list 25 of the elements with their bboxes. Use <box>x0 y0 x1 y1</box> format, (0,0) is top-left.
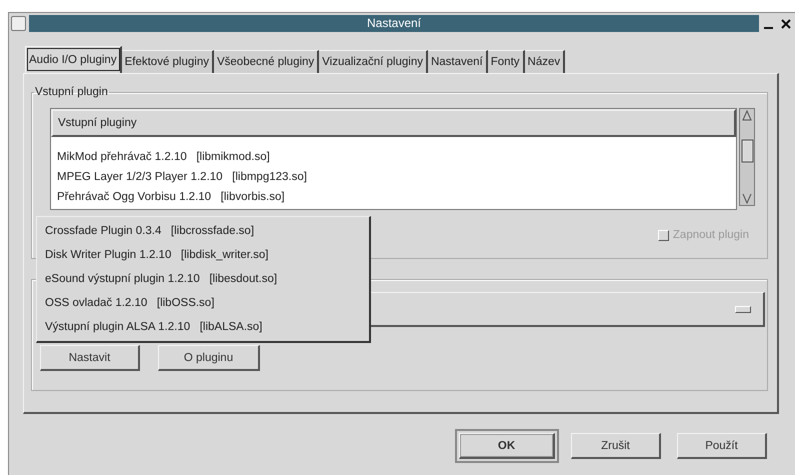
close-icon[interactable] <box>779 16 793 30</box>
tab[interactable]: Všeobecné pluginy <box>214 50 320 73</box>
tab[interactable]: Fonty <box>488 50 525 73</box>
list-header[interactable]: Vstupní pluginy <box>51 109 736 137</box>
dialog-button[interactable]: Použít <box>677 433 767 459</box>
menu-item[interactable]: Crossfade Plugin 0.3.4 [libcrossfade.so] <box>37 219 369 243</box>
list-row[interactable]: MikMod přehrávač 1.2.10 [libmikmod.so] <box>57 147 736 167</box>
menu-item[interactable]: OSS ovladač 1.2.10 [libOSS.so] <box>37 291 369 315</box>
tab[interactable]: Nastavení <box>428 50 488 73</box>
tab[interactable]: Efektové pluginy <box>122 50 214 73</box>
list-row[interactable]: MPEG Layer 1/2/3 Player 1.2.10 [libmpg123.so] <box>57 167 736 187</box>
scrollbar[interactable] <box>739 108 755 206</box>
tab[interactable]: Vizualizační pluginy <box>319 50 428 73</box>
list-row[interactable]: Přehrávač Ogg Vorbisu 1.2.10 [libvorbis.so] <box>57 187 736 207</box>
window-menu-button[interactable] <box>11 16 26 31</box>
tab[interactable]: Název <box>524 50 566 73</box>
window-title: Nastavení <box>29 15 759 32</box>
tab[interactable]: Audio I/O pluginy <box>25 46 122 73</box>
menu-item[interactable]: eSound výstupní plugin 1.2.10 [libesdout.so] <box>37 267 369 291</box>
about-button[interactable]: O pluginu <box>158 345 260 371</box>
menu-item[interactable]: Výstupní plugin ALSA 1.2.10 [libALSA.so] <box>37 315 369 339</box>
dialog-button[interactable]: Zrušit <box>571 433 661 459</box>
menu-item[interactable]: Disk Writer Plugin 1.2.10 [libdisk_writer.so] <box>37 243 369 267</box>
group-title: Vstupní plugin <box>34 86 109 98</box>
configure-button[interactable]: Nastavit <box>40 345 140 371</box>
